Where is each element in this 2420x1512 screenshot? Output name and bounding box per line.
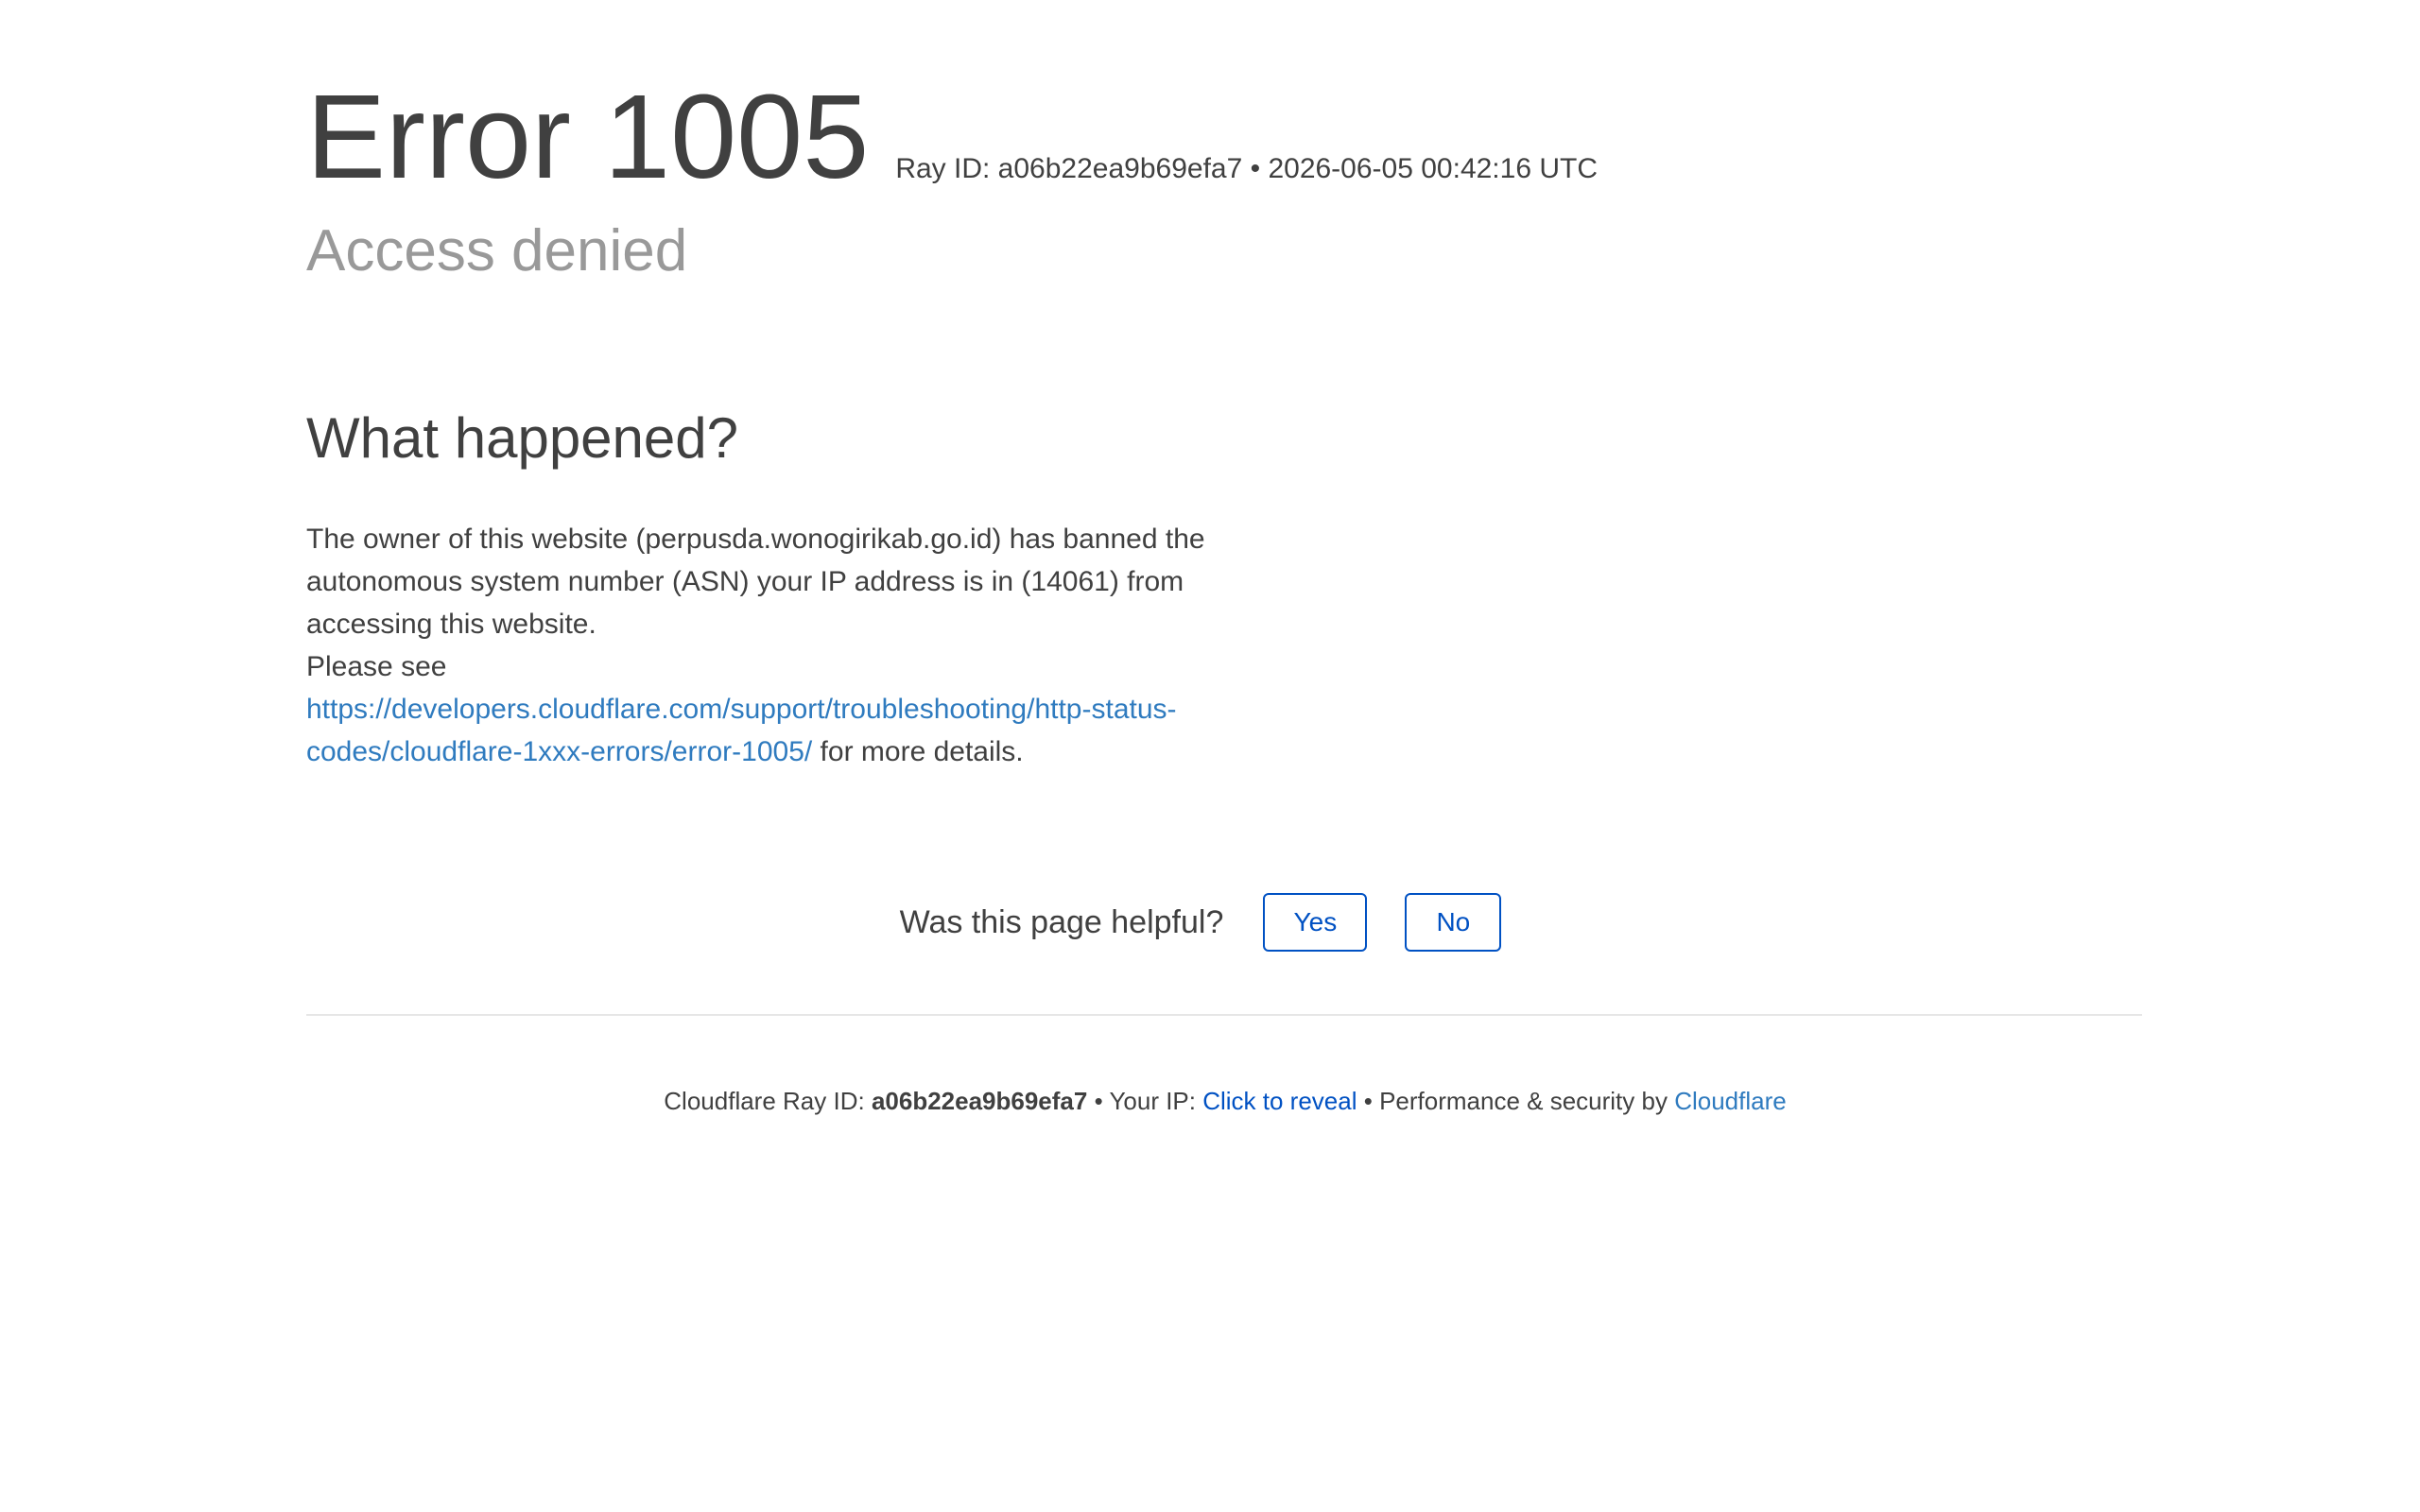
feedback-no-button[interactable]: No — [1405, 893, 1502, 952]
ray-id-timestamp: Ray ID: a06b22ea9b69efa7 • 2026-06-05 00… — [895, 153, 1599, 184]
documentation-link[interactable]: https://developers.cloudflare.com/suppor… — [306, 694, 1177, 767]
feedback-bar: Was this page helpful? Yes No — [0, 893, 2420, 952]
footer-separator: • — [1087, 1087, 1110, 1115]
title-row: Error 1005 Ray ID: a06b22ea9b69efa7 • 20… — [306, 66, 2140, 208]
error-title: Error 1005 — [306, 70, 870, 203]
cloudflare-link[interactable]: Cloudflare — [1674, 1087, 1787, 1115]
error-header: Error 1005 Ray ID: a06b22ea9b69efa7 • 20… — [306, 66, 2140, 208]
feedback-question: Was this page helpful? — [899, 903, 1224, 940]
error-page: Error 1005 Ray ID: a06b22ea9b69efa7 • 20… — [0, 0, 2420, 1512]
reveal-ip-button[interactable]: Click to reveal — [1202, 1087, 1357, 1116]
footer: Cloudflare Ray ID: a06b22ea9b69efa7 • Yo… — [0, 1087, 2420, 1116]
what-happened-text: The owner of this website (perpusda.wono… — [306, 518, 1299, 773]
feedback-yes-button[interactable]: Yes — [1263, 893, 1368, 952]
please-see-text: Please see — [306, 651, 447, 682]
footer-ip-label: Your IP: — [1109, 1087, 1203, 1115]
footer-ray-id: a06b22ea9b69efa7 — [871, 1087, 1088, 1115]
explanation-text: The owner of this website (perpusda.wono… — [306, 524, 1205, 640]
footer-performance-label: Performance & security by — [1379, 1087, 1675, 1115]
error-subtitle: Access denied — [306, 218, 688, 284]
what-happened-heading: What happened? — [306, 406, 739, 470]
footer-divider — [306, 1014, 2142, 1016]
footer-separator: • — [1357, 1087, 1380, 1115]
what-happened-section: What happened? The owner of this website… — [306, 401, 1299, 773]
more-details-text: for more details. — [812, 736, 1024, 767]
footer-ray-label: Cloudflare Ray ID: — [664, 1087, 872, 1115]
